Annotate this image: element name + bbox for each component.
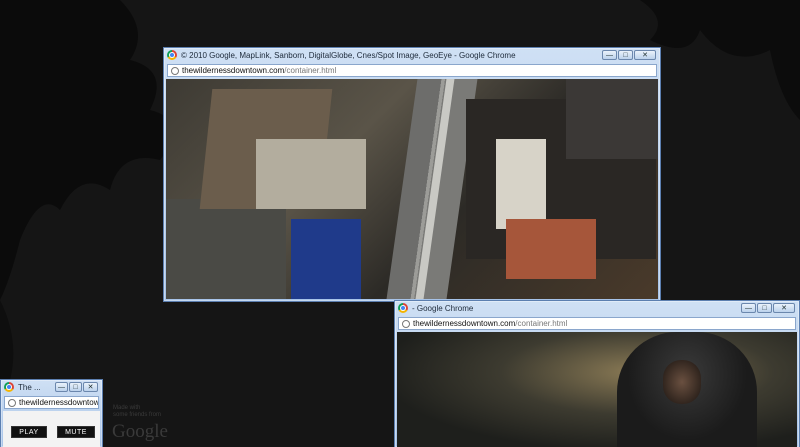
chrome-icon: [4, 382, 14, 392]
map-aerial-view: [166, 79, 658, 299]
minimize-button[interactable]: —: [55, 382, 68, 392]
close-button[interactable]: ✕: [83, 382, 98, 392]
minimize-button[interactable]: —: [741, 303, 756, 313]
map-address-bar[interactable]: thewildernessdowntown.com /container.htm…: [167, 64, 657, 77]
building-shape: [566, 79, 658, 159]
globe-icon: [8, 398, 16, 407]
controls-browser-window[interactable]: The ... — □ ✕ thewildernessdowntown PLAY…: [0, 379, 103, 447]
globe-icon: [402, 319, 410, 328]
made-with-line1: Made with: [113, 405, 141, 411]
figure-face: [663, 360, 701, 404]
controls-address-bar[interactable]: thewildernessdowntown: [4, 396, 99, 409]
chrome-icon: [398, 303, 408, 313]
video-browser-window[interactable]: - Google Chrome — □ ✕ thewildernessdownt…: [394, 300, 800, 447]
hooded-figure-scene: [397, 332, 797, 447]
made-with-credit: Made with some friends from: [113, 405, 161, 419]
map-window-title: © 2010 Google, MapLink, Sanborn, Digital…: [181, 50, 516, 60]
url-path: /container.html: [284, 66, 337, 75]
maximize-button[interactable]: □: [757, 303, 772, 313]
building-shape: [506, 219, 596, 279]
building-shape: [256, 139, 366, 209]
url-path: /container.html: [515, 319, 568, 328]
url-domain: thewildernessdowntown: [19, 398, 99, 407]
controls-window-titlebar[interactable]: The ... — □ ✕: [1, 380, 102, 394]
close-button[interactable]: ✕: [634, 50, 656, 60]
controls-window-title: The ...: [18, 382, 41, 392]
play-button[interactable]: PLAY: [11, 426, 47, 438]
building-shape: [496, 139, 546, 229]
controls-panel: PLAY MUTE: [3, 411, 100, 447]
close-button[interactable]: ✕: [773, 303, 795, 313]
minimize-button[interactable]: —: [602, 50, 617, 60]
maximize-button[interactable]: □: [618, 50, 633, 60]
globe-icon: [171, 66, 179, 75]
made-with-line2: some friends from: [113, 412, 162, 418]
building-shape: [291, 219, 361, 299]
mute-button[interactable]: MUTE: [57, 426, 95, 438]
building-shape: [166, 199, 286, 299]
video-window-titlebar[interactable]: - Google Chrome — □ ✕: [395, 301, 799, 315]
video-window-title: - Google Chrome: [412, 303, 474, 313]
aerial-city-image: [166, 79, 658, 299]
url-domain: thewildernessdowntown.com: [182, 66, 285, 75]
google-logo-text: Google: [112, 421, 168, 442]
url-domain: thewildernessdowntown.com: [413, 319, 516, 328]
video-address-bar[interactable]: thewildernessdowntown.com /container.htm…: [398, 317, 796, 330]
video-frame: [397, 332, 797, 447]
maximize-button[interactable]: □: [69, 382, 82, 392]
map-browser-window[interactable]: © 2010 Google, MapLink, Sanborn, Digital…: [163, 47, 661, 302]
map-window-titlebar[interactable]: © 2010 Google, MapLink, Sanborn, Digital…: [164, 48, 660, 62]
chrome-icon: [167, 50, 177, 60]
